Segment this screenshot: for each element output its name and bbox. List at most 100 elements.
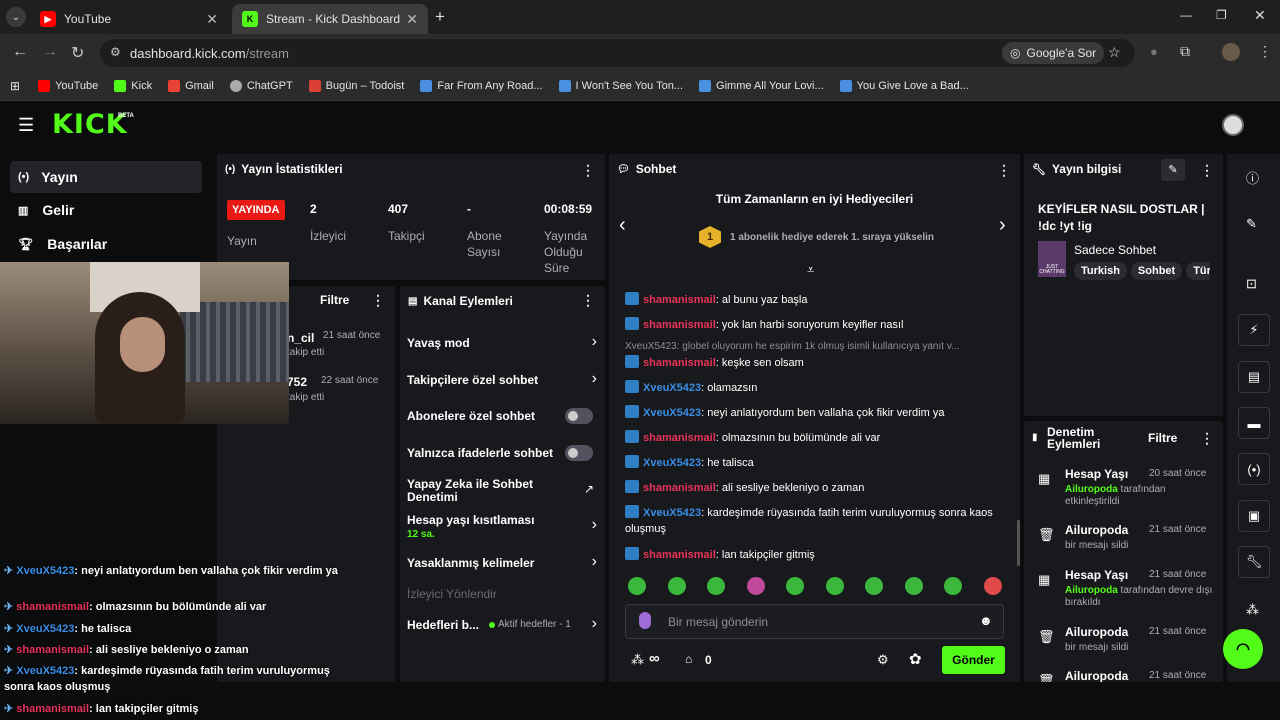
address-bar[interactable]: ⚙ dashboard.kick.com/stream ◎ Google'a So… <box>100 39 1135 67</box>
bookmark-todoist[interactable]: Bugün – Todoist <box>308 79 404 92</box>
chevron-right-icon[interactable]: › <box>592 333 597 351</box>
bookmark-star-icon[interactable]: ☆ <box>1108 44 1121 61</box>
chevron-left-icon[interactable]: ‹ <box>619 214 626 237</box>
maximize-button[interactable]: ❐ <box>1216 8 1227 22</box>
extension-icon[interactable]: ● <box>1150 44 1158 59</box>
chat-username[interactable]: XveuX5423 <box>643 382 701 394</box>
chevron-right-icon[interactable]: › <box>592 615 597 633</box>
tab-youtube[interactable]: ▶ YouTube ✕ <box>30 4 228 34</box>
emote-icon[interactable] <box>865 577 883 595</box>
nav-basarilar[interactable]: 🏆︎ Başarılar <box>10 228 202 260</box>
extensions-puzzle-icon[interactable]: ⧉ <box>1180 43 1190 60</box>
chat-username[interactable]: shamanismail <box>643 432 716 444</box>
close-window-button[interactable]: ✕ <box>1254 7 1266 24</box>
chat-message[interactable]: shamanismail: yok lan harbi soruyorum ke… <box>625 317 1009 333</box>
notes-button[interactable]: ▤ <box>1238 361 1270 393</box>
chat-message[interactable]: XveuX5423: kardeşimde rüyasında fatih te… <box>625 505 1009 537</box>
tab-search-button[interactable]: ⌄ <box>6 7 26 27</box>
emote-icon[interactable] <box>667 577 686 595</box>
chat-button[interactable]: ▬ <box>1238 407 1270 439</box>
slow-mode-row[interactable]: Yavaş mod <box>407 337 597 350</box>
microphone-icon[interactable] <box>639 612 651 629</box>
back-button[interactable]: ← <box>12 43 28 61</box>
chat-settings-icon[interactable]: ⚙ <box>877 652 889 668</box>
chat-username[interactable]: XveuX5423 <box>643 457 701 469</box>
chat-message[interactable]: shamanismail: ali sesliye bekleniyo o za… <box>625 480 1009 496</box>
emote-icon[interactable] <box>786 577 804 595</box>
mod-actor[interactable]: Ailuropoda <box>1065 484 1118 495</box>
emoji-icon[interactable]: ☻ <box>979 613 993 628</box>
more-menu-icon[interactable]: ⋮ <box>581 292 595 309</box>
mod-actor[interactable]: Ailuropoda <box>1065 585 1118 596</box>
chat-username[interactable]: XveuX5423 <box>643 507 701 519</box>
emote-icon[interactable] <box>746 577 765 595</box>
more-menu-icon[interactable]: ⋮ <box>1200 162 1214 179</box>
minimize-button[interactable]: — <box>1180 8 1192 22</box>
broadcast-button[interactable]: (•) <box>1238 453 1270 485</box>
emote-icon[interactable] <box>707 577 725 595</box>
chat-message[interactable]: shamanismail: keşke sen olsam <box>625 355 1009 371</box>
chat-input[interactable]: Bir mesaj gönderin ☻ <box>625 604 1004 639</box>
nav-yayin[interactable]: (•) Yayın <box>10 161 202 193</box>
info-icon[interactable]: ⓘ <box>1246 168 1259 187</box>
emote-only-toggle[interactable] <box>565 445 593 461</box>
account-age-row[interactable]: Hesap yaşı kısıtlaması 12 sa. <box>407 514 597 541</box>
edit-pencil-icon[interactable]: ✎ <box>1161 159 1185 181</box>
chat-message[interactable]: XveuX5423: neyi anlatıyordum ben vallaha… <box>625 405 1009 421</box>
filter-button[interactable]: Filtre <box>1148 431 1177 445</box>
chat-username[interactable]: shamanismail <box>643 319 716 331</box>
kick-logo[interactable]: KICK <box>52 109 128 140</box>
subs-only-toggle[interactable] <box>565 408 593 424</box>
bookmark-song-1[interactable]: Far From Any Road... <box>420 79 543 92</box>
chat-message[interactable]: shamanismail: lan takipçiler gitmiş <box>625 547 1009 563</box>
video-button[interactable]: ▣ <box>1238 500 1270 532</box>
more-menu-icon[interactable]: ⋮ <box>581 162 595 179</box>
support-headset-button[interactable]: ◠ <box>1223 629 1263 669</box>
chat-scrollbar[interactable] <box>1017 520 1020 566</box>
chevron-right-icon[interactable]: › <box>592 553 597 571</box>
more-menu-icon[interactable]: ⋮ <box>371 292 385 309</box>
browser-menu-icon[interactable]: ⋮ <box>1258 43 1272 60</box>
chat-message[interactable]: shamanismail: al bunu yaz başla <box>625 292 1009 308</box>
pencil-icon[interactable]: ✎ <box>1246 216 1257 232</box>
more-menu-icon[interactable]: ⋮ <box>1200 430 1214 447</box>
quick-actions-button[interactable]: ⚡︎ <box>1238 314 1270 346</box>
bookmark-kick[interactable]: Kick <box>114 79 152 92</box>
forward-button[interactable]: → <box>42 43 58 61</box>
scroll-down-icon[interactable]: ⩡ <box>807 262 814 278</box>
profile-avatar[interactable] <box>1222 43 1240 61</box>
wrench-button[interactable]: 🔧︎ <box>1238 546 1270 578</box>
chat-username[interactable]: shamanismail <box>643 294 716 306</box>
banned-words-row[interactable]: Yasaklanmış kelimeler <box>407 557 597 570</box>
chat-message[interactable]: XveuX5423: olamazsın <box>625 380 1009 396</box>
nav-gelir[interactable]: ▥ Gelir <box>10 194 202 226</box>
chat-message[interactable]: shamanismail: olmazsının bu bölümünde al… <box>625 430 1009 446</box>
chevron-right-icon[interactable]: › <box>592 516 597 534</box>
chevron-right-icon[interactable]: › <box>999 214 1006 237</box>
bookmark-gmail[interactable]: Gmail <box>168 79 214 92</box>
chat-username[interactable]: shamanismail <box>643 482 716 494</box>
emote-picker-icon[interactable]: ✿ <box>909 650 922 668</box>
emote-icon[interactable] <box>904 577 923 595</box>
chat-username[interactable]: shamanismail <box>643 357 716 369</box>
followers-only-row[interactable]: Takipçilere özel sohbet <box>407 374 597 387</box>
emote-icon[interactable] <box>983 577 1002 595</box>
google-lens-button[interactable]: ◎ Google'a Sor <box>1002 42 1105 64</box>
ai-moderation-row[interactable]: Yapay Zeka ile Sohbet Denetimi <box>407 478 557 504</box>
screenshot-icon[interactable]: ⊡ <box>1246 276 1257 292</box>
external-link-icon[interactable]: ↗ <box>584 482 594 496</box>
chat-username[interactable]: shamanismail <box>643 549 716 561</box>
new-tab-button[interactable]: + <box>435 7 445 27</box>
bookmark-song-3[interactable]: Gimme All Your Lovi... <box>699 79 824 92</box>
reload-button[interactable]: ↻ <box>71 43 84 63</box>
emote-icon[interactable] <box>944 577 962 595</box>
chat-username[interactable]: XveuX5423 <box>643 407 701 419</box>
hamburger-menu-icon[interactable]: ☰ <box>18 115 34 136</box>
send-button[interactable]: Gönder <box>942 646 1005 674</box>
tab-kick-dashboard[interactable]: K Stream - Kick Dashboard ✕ <box>232 4 428 34</box>
points-icon[interactable]: ⁂ <box>1246 602 1259 618</box>
close-tab-icon[interactable]: ✕ <box>406 11 418 28</box>
emote-icon[interactable] <box>825 577 844 595</box>
site-info-icon[interactable]: ⚙ <box>110 45 121 59</box>
bookmark-song-2[interactable]: I Won't See You Ton... <box>558 79 683 92</box>
